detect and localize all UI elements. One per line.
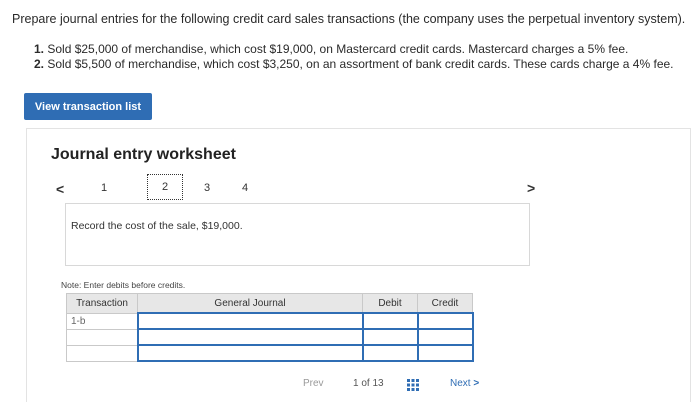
header-transaction: Transaction [66, 293, 138, 314]
record-instruction-box: Record the cost of the sale, $19,000. [65, 203, 530, 266]
next-label: Next [450, 378, 471, 389]
table-row: 1-b [66, 312, 474, 330]
chevron-right-icon: > [473, 378, 480, 389]
step-1[interactable]: 1 [97, 182, 111, 194]
credit-input[interactable] [416, 312, 474, 330]
item-number: 1. [34, 42, 45, 56]
transaction-cell: 1-b [66, 312, 138, 330]
page-indicator: 1 of 13 [353, 378, 384, 389]
item-text: Sold $5,500 of merchandise, which cost $… [47, 57, 674, 71]
general-journal-input[interactable] [136, 328, 364, 346]
header-debit: Debit [362, 293, 418, 314]
view-transaction-list-button[interactable]: View transaction list [24, 93, 152, 120]
record-instruction: Record the cost of the sale, $19,000. [71, 220, 243, 232]
transaction-item-2: 2. Sold $5,500 of merchandise, which cos… [34, 57, 674, 72]
worksheet-title: Journal entry worksheet [51, 146, 236, 163]
header-credit: Credit [417, 293, 473, 314]
next-button[interactable]: Next > [450, 378, 479, 389]
chevron-right-icon[interactable]: > [527, 180, 535, 196]
instructions: Prepare journal entries for the followin… [12, 12, 686, 26]
table-row [66, 328, 474, 346]
debit-input[interactable] [361, 344, 419, 362]
step-pager: < 1 2 3 4 > [51, 174, 671, 205]
item-text: Sold $25,000 of merchandise, which cost … [47, 42, 629, 56]
step-3[interactable]: 3 [200, 182, 214, 194]
general-journal-input[interactable] [136, 344, 364, 362]
credit-input[interactable] [416, 328, 474, 346]
transaction-cell [66, 328, 138, 346]
journal-worksheet-panel: Journal entry worksheet < 1 2 3 4 > Reco… [26, 128, 691, 402]
credit-input[interactable] [416, 344, 474, 362]
transaction-items: 1. Sold $25,000 of merchandise, which co… [34, 42, 674, 72]
prev-button[interactable]: Prev [303, 378, 324, 389]
grid-icon[interactable] [407, 379, 419, 391]
debit-input[interactable] [361, 328, 419, 346]
step-2[interactable]: 2 [147, 174, 183, 200]
step-4[interactable]: 4 [238, 182, 252, 194]
transaction-cell [66, 344, 138, 362]
header-general-journal: General Journal [137, 293, 363, 314]
general-journal-input[interactable] [136, 312, 364, 330]
item-number: 2. [34, 57, 45, 71]
chevron-left-icon[interactable]: < [56, 181, 64, 197]
journal-table: Transaction General Journal Debit Credit… [66, 293, 474, 362]
debit-input[interactable] [361, 312, 419, 330]
table-row [66, 344, 474, 362]
debits-note: Note: Enter debits before credits. [61, 280, 186, 290]
transaction-item-1: 1. Sold $25,000 of merchandise, which co… [34, 42, 674, 57]
